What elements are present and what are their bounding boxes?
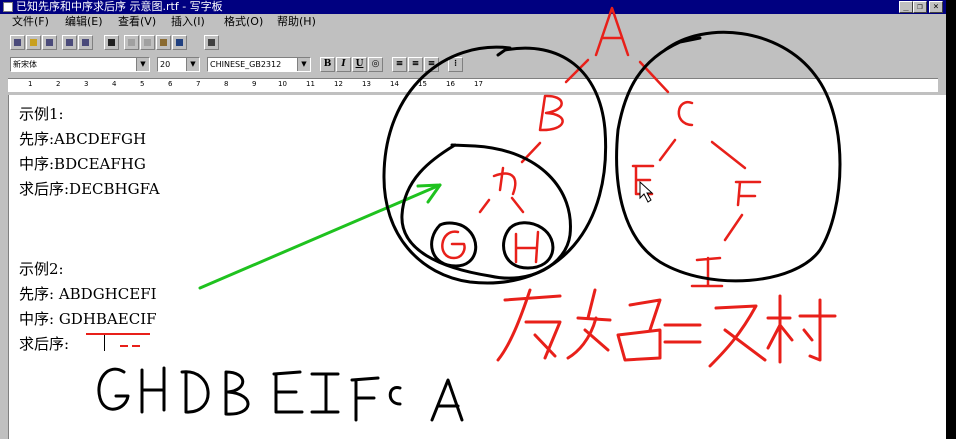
red-underline — [86, 333, 150, 347]
wordpad-window: 已知先序和中序求后序 示意图.rtf - 写字板 _ ❐ × 文件(F) 编辑(… — [0, 0, 947, 439]
screen-edge — [946, 0, 956, 439]
handwritten-node-c — [677, 100, 694, 127]
handwritten-node-b — [538, 94, 564, 132]
handwritten-answer — [97, 366, 464, 422]
handwritten-node-a — [594, 6, 630, 57]
pen-annotation-layer — [86, 6, 842, 422]
handwritten-node-d — [478, 166, 525, 214]
tree-edge-fi — [723, 213, 744, 242]
handwritten-node-h — [514, 230, 540, 264]
tree-edge-ce — [658, 138, 677, 162]
tree-edge-ab — [564, 58, 590, 84]
handwritten-node-f — [734, 180, 762, 207]
mouse-pointer-icon — [639, 180, 654, 203]
handwritten-note — [496, 288, 837, 368]
inner-subtree-circle — [400, 143, 572, 280]
right-subtree-circle — [615, 30, 842, 283]
node-h-circle — [502, 221, 555, 270]
handwritten-node-i — [690, 256, 724, 288]
handwritten-node-g — [441, 230, 466, 260]
tree-edge-cf — [710, 140, 747, 170]
